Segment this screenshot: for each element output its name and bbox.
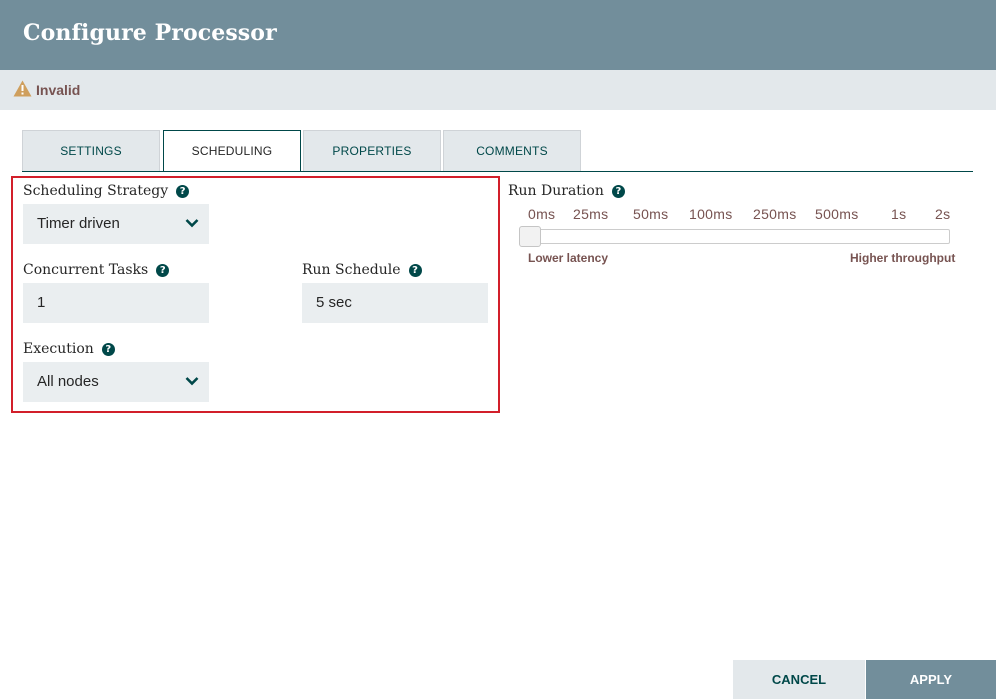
scheduling-strategy-label: Scheduling Strategy: [23, 183, 169, 199]
tick-label: 25ms: [573, 206, 609, 222]
help-icon[interactable]: ?: [408, 264, 422, 277]
cancel-button[interactable]: CANCEL: [733, 660, 865, 699]
tick-label: 2s: [935, 206, 951, 222]
chevron-down-icon: [185, 219, 199, 228]
status-bar: Invalid: [0, 70, 996, 110]
tick-label: 250ms: [753, 206, 797, 222]
run-duration-label-group: Run Duration?: [508, 183, 625, 199]
run-duration-slider-handle[interactable]: [519, 226, 541, 247]
run-schedule-input[interactable]: 5 sec: [302, 283, 488, 323]
tab-scheduling[interactable]: SCHEDULING: [163, 130, 301, 172]
run-duration-ticks: 0ms 25ms 50ms 100ms 250ms 500ms 1s 2s: [519, 206, 959, 224]
tab-settings[interactable]: SETTINGS: [22, 130, 160, 171]
tab-divider: [22, 171, 973, 172]
help-icon[interactable]: ?: [101, 343, 115, 356]
tab-properties[interactable]: PROPERTIES: [303, 130, 441, 171]
scheduling-strategy-select[interactable]: Timer driven: [23, 204, 209, 244]
help-icon[interactable]: ?: [156, 264, 170, 277]
tick-label: 100ms: [689, 206, 733, 222]
tick-label: 500ms: [815, 206, 859, 222]
run-schedule-label-group: Run Schedule?: [302, 262, 422, 278]
chevron-down-icon: [185, 377, 199, 386]
apply-button[interactable]: APPLY: [866, 660, 996, 699]
execution-select[interactable]: All nodes: [23, 362, 209, 402]
execution-value: All nodes: [37, 373, 99, 390]
higher-throughput-caption: Higher throughput: [850, 251, 956, 265]
warning-icon: [13, 80, 32, 97]
help-icon[interactable]: ?: [611, 185, 625, 198]
scheduling-strategy-value: Timer driven: [37, 215, 120, 232]
run-duration-slider-track[interactable]: [521, 229, 950, 244]
run-schedule-value: 5 sec: [316, 294, 352, 311]
scheduling-strategy-label-group: Scheduling Strategy?: [23, 183, 190, 199]
tab-comments[interactable]: COMMENTS: [443, 130, 581, 171]
execution-label-group: Execution?: [23, 341, 115, 357]
help-icon[interactable]: ?: [176, 185, 190, 198]
concurrent-tasks-label: Concurrent Tasks: [23, 262, 149, 278]
lower-latency-caption: Lower latency: [528, 251, 609, 265]
concurrent-tasks-input[interactable]: 1: [23, 283, 209, 323]
concurrent-tasks-label-group: Concurrent Tasks?: [23, 262, 170, 278]
tick-label: 0ms: [528, 206, 556, 222]
tick-label: 50ms: [633, 206, 669, 222]
execution-label: Execution: [23, 341, 94, 357]
run-duration-label: Run Duration: [508, 183, 604, 199]
tick-label: 1s: [891, 206, 907, 222]
concurrent-tasks-value: 1: [37, 294, 46, 311]
run-schedule-label: Run Schedule: [302, 262, 401, 278]
dialog-header: Configure Processor: [0, 0, 996, 70]
status-text: Invalid: [36, 82, 81, 98]
dialog-title: Configure Processor: [23, 20, 277, 46]
